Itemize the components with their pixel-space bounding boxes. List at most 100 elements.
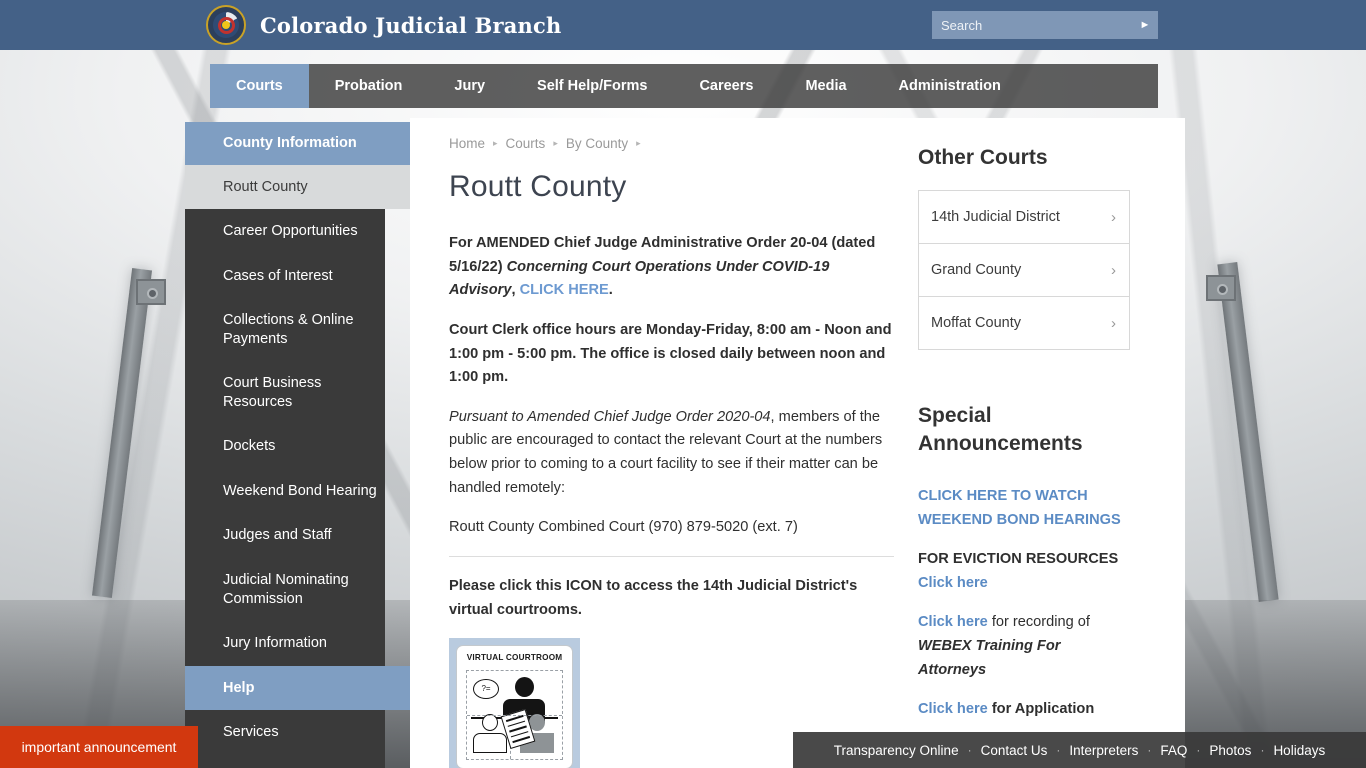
announcement-eviction-resources: FOR EVICTION RESOURCES Click here (918, 548, 1130, 595)
click-here-link[interactable]: CLICK HERE (520, 282, 609, 298)
virtual-courtroom-icon-inner: VIRTUAL COURTROOM ?= (456, 645, 573, 768)
left-sidebar: County Information Routt County Career O… (185, 122, 410, 768)
content-card: Home ▸ Courts ▸ By County ▸ Routt County… (410, 118, 1185, 768)
nav-item-jury[interactable]: Jury (428, 64, 511, 108)
paragraph-office-hours: Court Clerk office hours are Monday-Frid… (449, 321, 892, 386)
colorado-judicial-seal-icon (206, 5, 246, 45)
paragraph-administrative-order: For AMENDED Chief Judge Administrative O… (449, 232, 894, 303)
footer-separator: · (1260, 743, 1265, 757)
search-box: ► (932, 11, 1158, 39)
sidebar-item-court-business-resources[interactable]: Court Business Resources (185, 361, 385, 425)
other-court-item-14th-judicial-district[interactable]: 14th Judicial District › (918, 190, 1130, 245)
other-court-label: 14th Judicial District (931, 209, 1060, 226)
pursuant-italic-text: Pursuant to Amended Chief Judge Order 20… (449, 408, 771, 425)
footer-link-contact-us[interactable]: Contact Us (981, 743, 1048, 758)
virtual-courtroom-icon-label: VIRTUAL COURTROOM (466, 653, 563, 663)
breadcrumb: Home ▸ Courts ▸ By County ▸ (449, 136, 641, 151)
other-courts-heading: Other Courts (918, 146, 1048, 169)
section-divider (449, 556, 894, 558)
special-announcements-heading: Special Announcements (918, 404, 1083, 455)
special-announcements-body: CLICK HERE TO WATCH WEEKEND BOND HEARING… (918, 485, 1130, 722)
important-announcement-banner[interactable]: important announcement (0, 726, 198, 768)
order-period: . (608, 282, 613, 299)
background-beam-cap-left (136, 279, 166, 305)
nav-item-media[interactable]: Media (779, 64, 872, 108)
beam-cap-dot (1217, 284, 1228, 295)
search-input[interactable] (932, 17, 1132, 33)
breadcrumb-item-by-county[interactable]: By County (566, 136, 628, 151)
nav-item-careers[interactable]: Careers (673, 64, 779, 108)
webex-recording-link[interactable]: Click here (918, 614, 988, 630)
footer-separator: · (967, 743, 972, 757)
sidebar-item-dockets[interactable]: Dockets (185, 424, 385, 469)
virtual-courtroom-icon[interactable]: VIRTUAL COURTROOM ?= (449, 638, 580, 768)
background-beam-cap-right (1206, 275, 1236, 301)
main-navigation: Courts Probation Jury Self Help/Forms Ca… (210, 64, 1158, 108)
speech-bubble-icon: ?= (473, 679, 499, 700)
other-court-item-moffat-county[interactable]: Moffat County › (918, 296, 1130, 351)
chevron-right-icon: › (1111, 261, 1116, 279)
sidebar-item-judges-and-staff[interactable]: Judges and Staff (185, 513, 385, 559)
announcement-webex-training: Click here for recording of WEBEX Traini… (918, 611, 1130, 682)
special-announcements-section: Special Announcements CLICK HERE TO WATC… (918, 402, 1130, 722)
nav-item-probation[interactable]: Probation (309, 64, 429, 108)
footer-separator: · (1196, 743, 1201, 757)
order-comma: , (511, 282, 520, 299)
weekend-bond-hearings-link[interactable]: CLICK HERE TO WATCH WEEKEND BOND HEARING… (918, 488, 1121, 528)
virtual-courtroom-grid: ?= (466, 670, 563, 761)
breadcrumb-separator-icon: ▸ (553, 138, 558, 148)
site-header: Colorado Judicial Branch ► (0, 0, 1366, 50)
article-body: For AMENDED Chief Judge Administrative O… (449, 232, 894, 768)
announcement-weekend-bond: CLICK HERE TO WATCH WEEKEND BOND HEARING… (918, 485, 1130, 532)
webex-training-title: WEBEX Training For Attorneys (918, 638, 1061, 678)
footer-separator: · (1147, 743, 1152, 757)
paragraph-icon-instruction: Please click this ICON to access the 14t… (449, 578, 858, 618)
other-court-label: Moffat County (931, 315, 1022, 332)
other-court-item-grand-county[interactable]: Grand County › (918, 243, 1130, 298)
sidebar-item-career-opportunities[interactable]: Career Opportunities (185, 209, 385, 254)
application-link[interactable]: Click here (918, 701, 988, 717)
judge-head (514, 677, 534, 698)
footer-link-photos[interactable]: Photos (1209, 743, 1251, 758)
chevron-right-icon: › (1111, 208, 1116, 226)
order-title-italic: Concerning Court Operations Under COVID-… (449, 258, 830, 299)
other-court-label: Grand County (931, 262, 1022, 279)
sidebar-item-services[interactable]: Services (185, 710, 385, 755)
sidebar-item-faqs[interactable]: FAQs (185, 754, 385, 768)
announcement-application: Click here for Application (918, 698, 1130, 722)
footer-link-interpreters[interactable]: Interpreters (1069, 743, 1138, 758)
seal-emblem-icon (217, 16, 235, 34)
sidebar-item-weekend-bond-hearing[interactable]: Weekend Bond Hearing (185, 468, 385, 514)
beam-cap-dot (147, 288, 158, 299)
breadcrumb-item-home[interactable]: Home (449, 136, 485, 151)
eviction-resources-text: FOR EVICTION RESOURCES (918, 551, 1119, 568)
brand[interactable]: Colorado Judicial Branch (206, 3, 561, 47)
breadcrumb-separator-icon: ▸ (636, 138, 641, 148)
footer-link-holidays[interactable]: Holidays (1273, 743, 1325, 758)
search-submit-icon[interactable]: ► (1132, 11, 1158, 39)
participant-left-head (482, 714, 498, 732)
webex-mid-text: for recording of (987, 614, 1090, 631)
sidebar-item-collections-online-payments[interactable]: Collections & Online Payments (185, 298, 385, 362)
paragraph-remote-notice: Pursuant to Amended Chief Judge Order 20… (449, 406, 894, 501)
right-column: Other Courts 14th Judicial District › Gr… (918, 144, 1130, 738)
footer-link-faq[interactable]: FAQ (1160, 743, 1187, 758)
eviction-resources-link[interactable]: Click here (918, 575, 988, 591)
sidebar-item-jury-information[interactable]: Jury Information (185, 621, 385, 666)
footer-bar: Transparency Online · Contact Us · Inter… (793, 732, 1366, 768)
sidebar-item-county-information[interactable]: County Information (185, 122, 410, 165)
nav-item-administration[interactable]: Administration (873, 64, 1027, 108)
sidebar-item-cases-of-interest[interactable]: Cases of Interest (185, 253, 385, 299)
breadcrumb-separator-icon: ▸ (493, 138, 498, 148)
paragraph-court-phone: Routt County Combined Court (970) 879-50… (449, 519, 798, 536)
page-title: Routt County (449, 170, 627, 203)
nav-item-courts[interactable]: Courts (210, 64, 309, 108)
brand-title: Colorado Judicial Branch (260, 12, 562, 38)
application-rest-text: for Application (987, 701, 1095, 718)
nav-item-self-help-forms[interactable]: Self Help/Forms (511, 64, 673, 108)
sidebar-item-judicial-nominating-commission[interactable]: Judicial Nominating Commission (185, 558, 385, 622)
footer-link-transparency-online[interactable]: Transparency Online (834, 743, 959, 758)
sidebar-item-routt-county[interactable]: Routt County (185, 164, 410, 210)
sidebar-item-help[interactable]: Help (185, 665, 410, 711)
breadcrumb-item-courts[interactable]: Courts (506, 136, 546, 151)
